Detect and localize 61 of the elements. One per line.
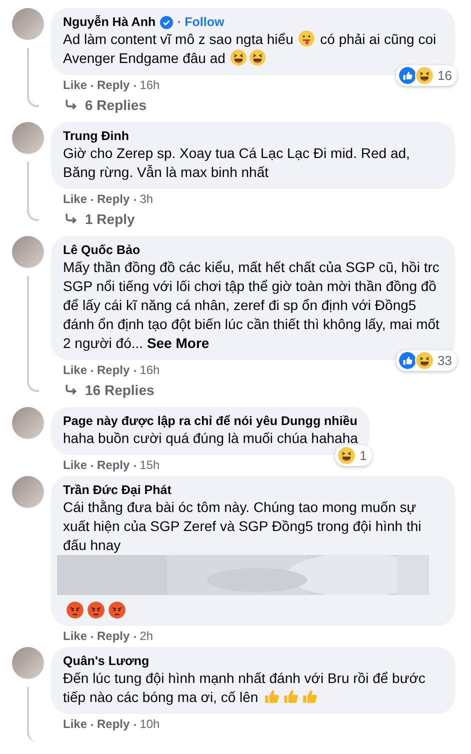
reply-arrow-icon (63, 212, 79, 226)
timestamp[interactable]: 3h (140, 192, 154, 207)
view-replies-link[interactable]: 6 Replies (63, 97, 146, 113)
author-name[interactable]: Trần Đức Đại Phát (63, 482, 172, 498)
thumb-emoji-icon (301, 688, 318, 705)
comment-text: haha buồn cười quá đúng là muối chúa hahaha (63, 429, 358, 448)
like-link[interactable]: Like (63, 717, 88, 732)
tongue-emoji-icon (298, 30, 316, 47)
like-reaction-icon (398, 351, 417, 370)
avatar[interactable] (12, 407, 44, 439)
reaction-summary[interactable]: 1 (334, 445, 372, 466)
like-link[interactable]: Like (63, 192, 88, 207)
laughing-reaction-icon (414, 66, 434, 85)
reply-link[interactable]: Reply (97, 458, 130, 473)
comment-text: Đến lúc tung đội hình mạnh nhất đánh với Bru rồi để bước tiếp nào các bóng ma ơi, cố lên (63, 669, 426, 707)
angry-emoji-icon (87, 601, 105, 619)
timestamp[interactable]: 16h (140, 78, 160, 93)
author-name[interactable]: Lê Quốc Bảo (63, 242, 140, 258)
reply-link[interactable]: Reply (97, 629, 130, 644)
comment-text: Cái thằng đưa bài óc tôm này. Chúng tao mong muốn sự xuất hiện của SGP Zeref và SGP Đồng5 trong đội hình thi đấu hnay (63, 498, 422, 555)
view-replies-link[interactable]: 16 Replies (63, 382, 154, 398)
reply-link[interactable]: Reply (97, 363, 130, 378)
reply-arrow-icon (63, 98, 79, 112)
avatar[interactable] (12, 476, 44, 508)
like-link[interactable]: Like (63, 78, 88, 93)
like-reaction-icon (398, 66, 417, 85)
angry-emoji-icon (66, 601, 84, 619)
like-link[interactable]: Like (63, 363, 88, 378)
comment-text: Giờ cho Zerep sp. Xoay tua Cá Lạc Lạc Đi mid. Red ad, Băng rừng. Vẫn là max binh nhất (63, 144, 411, 182)
thumb-emoji-icon (282, 688, 300, 705)
timestamp[interactable]: 16h (140, 363, 160, 378)
timestamp[interactable]: 2h (140, 629, 154, 644)
follow-link[interactable]: Follow (184, 14, 224, 30)
view-replies-link[interactable]: 1 Reply (63, 211, 135, 227)
author-name[interactable]: Nguyễn Hà Anh (63, 14, 156, 30)
avatar[interactable] (12, 647, 44, 679)
like-link[interactable]: Like (63, 458, 88, 473)
reaction-summary[interactable]: 16 (396, 65, 457, 86)
timestamp[interactable]: 10h (140, 717, 160, 732)
reply-arrow-icon (63, 383, 79, 397)
laugh-emoji-icon (249, 49, 266, 66)
avatar[interactable] (12, 236, 44, 268)
angry-emoji-icon (108, 601, 126, 619)
reaction-summary[interactable]: 33 (396, 350, 457, 371)
author-name[interactable]: Trung Đinh (63, 128, 129, 144)
laughing-reaction-icon (414, 351, 434, 370)
reply-link[interactable]: Reply (97, 78, 130, 93)
avatar[interactable] (12, 8, 44, 40)
reply-link[interactable]: Reply (97, 717, 130, 732)
thumb-emoji-icon (263, 688, 280, 705)
timestamp[interactable]: 15h (140, 458, 160, 473)
avatar[interactable] (12, 122, 44, 154)
laughing-reaction-icon (336, 446, 356, 465)
author-name[interactable]: Quân's Lương (63, 653, 150, 669)
laugh-emoji-icon (230, 49, 248, 66)
see-more-link[interactable]: See More (146, 335, 210, 351)
comment-text: Mấy thần đồng đồ các kiểu, mất hết chất của SGP cũ, hồi trc SGP nổi tiếng với lối chơi tập thể giờ toàn mời thần đồng đồ để lấy cái kĩ năng cá nhân, zeref đi sp ổn định với Đồng5 đánh ổn định tạo đột biến lúc cần thiết thì không lấy, mai mốt 2 người đó... See More (63, 258, 440, 353)
reply-link[interactable]: Reply (97, 192, 130, 207)
comment-text: Ad làm content vĩ mô z sao ngta hiểu có phải ai cũng coi Avenger Endgame đâu ad (63, 30, 438, 68)
like-link[interactable]: Like (63, 629, 88, 644)
author-name[interactable]: Page này được lập ra chỉ để nói yêu Dungg nhiều (63, 413, 358, 429)
